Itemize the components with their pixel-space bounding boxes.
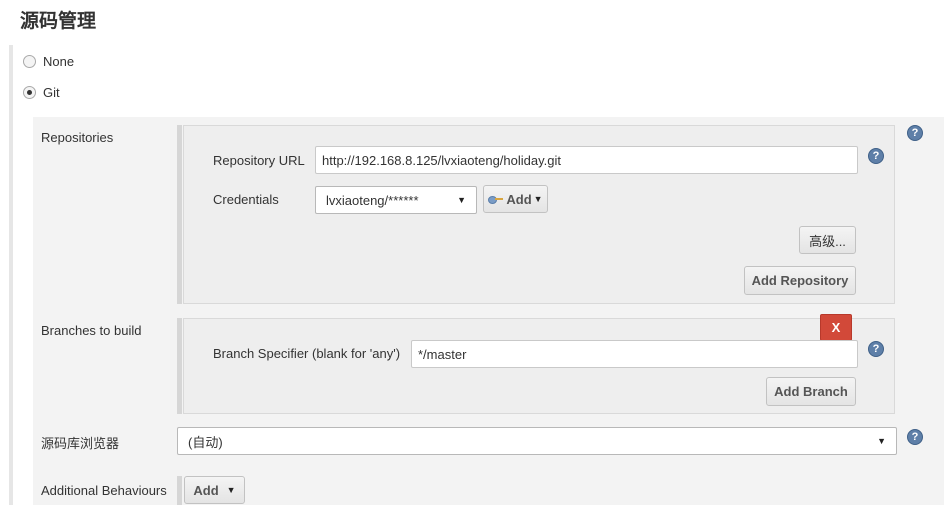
behaviours-label: Additional Behaviours: [41, 483, 167, 498]
scm-option-none-label: None: [43, 54, 75, 69]
scm-option-git-label: Git: [43, 85, 60, 100]
repo-browser-value: (自动): [188, 434, 223, 450]
credentials-select[interactable]: lvxiaoteng/****** ▼: [315, 186, 477, 214]
key-icon: [488, 194, 504, 204]
delete-branch-button[interactable]: X: [820, 314, 852, 341]
dropdown-caret-icon: ▼: [877, 436, 886, 446]
repositories-label: Repositories: [41, 130, 114, 145]
branch-specifier-value: */master: [418, 346, 467, 362]
section-indent-bar: [9, 45, 13, 505]
repo-browser-select[interactable]: (自动) ▼: [177, 427, 897, 455]
repository-url-value: http://192.168.8.125/lvxiaoteng/holiday.…: [322, 152, 561, 168]
branch-specifier-label: Branch Specifier (blank for 'any'): [213, 346, 401, 361]
credentials-label: Credentials: [213, 192, 279, 207]
branches-label: Branches to build: [41, 323, 142, 338]
add-credentials-button[interactable]: Add ▼: [483, 185, 548, 213]
branch-specifier-input[interactable]: */master: [411, 340, 858, 368]
behaviours-panel-bar: [177, 476, 182, 505]
scm-option-git[interactable]: Git: [23, 85, 60, 100]
help-icon[interactable]: ?: [868, 341, 884, 357]
branches-panel-bar: [177, 318, 182, 414]
repo-browser-label: 源码库浏览器: [41, 436, 120, 451]
repositories-panel-bar: [177, 125, 182, 304]
dropdown-caret-icon: ▼: [533, 194, 543, 204]
scm-option-none[interactable]: None: [23, 54, 74, 69]
repository-url-input[interactable]: http://192.168.8.125/lvxiaoteng/holiday.…: [315, 146, 858, 174]
add-behaviour-button[interactable]: Add ▼: [184, 476, 245, 504]
dropdown-caret-icon: ▼: [457, 195, 466, 205]
add-credentials-label: Add: [506, 191, 532, 207]
section-title: 源码管理: [20, 11, 97, 32]
dropdown-caret-icon: ▼: [226, 485, 236, 495]
delete-branch-label: X: [831, 320, 841, 335]
repository-url-label: Repository URL: [213, 153, 305, 168]
add-branch-label: Add Branch: [774, 384, 848, 399]
help-icon[interactable]: ?: [907, 429, 923, 445]
add-branch-button[interactable]: Add Branch: [766, 377, 856, 406]
help-icon[interactable]: ?: [907, 125, 923, 141]
advanced-button[interactable]: 高级...: [799, 226, 856, 254]
radio-git[interactable]: [23, 86, 36, 99]
help-icon[interactable]: ?: [868, 148, 884, 164]
credentials-value: lvxiaoteng/******: [326, 192, 419, 208]
add-repository-button[interactable]: Add Repository: [744, 266, 856, 295]
radio-none[interactable]: [23, 55, 36, 68]
advanced-button-label: 高级...: [809, 233, 846, 249]
add-repository-label: Add Repository: [751, 273, 849, 288]
add-behaviour-label: Add: [193, 482, 219, 498]
